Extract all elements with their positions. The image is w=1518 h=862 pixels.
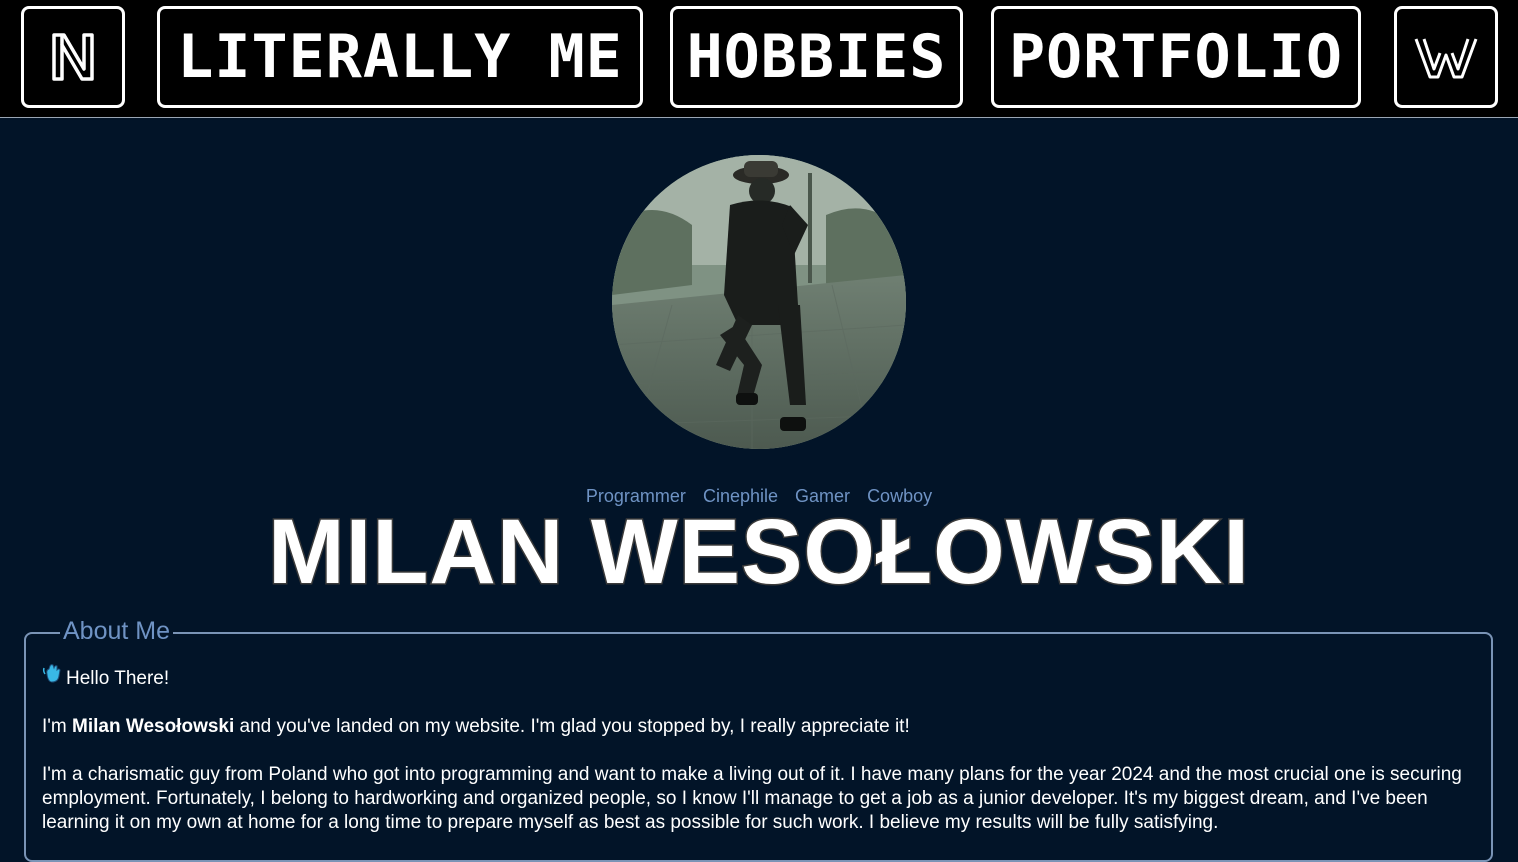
intro-post: and you've landed on my website. I'm gla… [234,716,910,737]
w-logo-icon [1414,38,1478,79]
portfolio-button[interactable]: PORTFOLIO [991,6,1361,108]
bio-paragraph: I'm a charismatic guy from Poland who go… [42,764,1462,833]
greeting-line: Hello There! [42,662,1467,691]
top-navigation: LITERALLY ME HOBBIES PORTFOLIO [0,0,1518,118]
waving-hand-icon [42,662,66,691]
profile-photo-illustration [612,155,906,449]
home-logo-button[interactable] [21,6,125,108]
intro-name: Milan Wesołowski [72,716,235,737]
literally-me-button[interactable]: LITERALLY ME [157,6,643,108]
profile-photo [612,155,906,449]
w-logo-button[interactable] [1394,6,1498,108]
about-me-section: About Me Hello There! I'm Milan Wesołows… [24,616,1493,862]
about-me-title: About Me [60,616,174,646]
intro-paragraph: I'm Milan Wesołowski and you've landed o… [42,715,1467,739]
intro-pre: I'm [42,716,73,737]
profile-name: MILAN WESOŁOWSKI [267,501,1251,604]
greeting-text: Hello There! [66,668,170,689]
about-me-content: Hello There! I'm Milan Wesołowski and yo… [42,662,1467,859]
hobbies-button[interactable]: HOBBIES [670,6,963,108]
n-logo-icon [52,33,94,81]
